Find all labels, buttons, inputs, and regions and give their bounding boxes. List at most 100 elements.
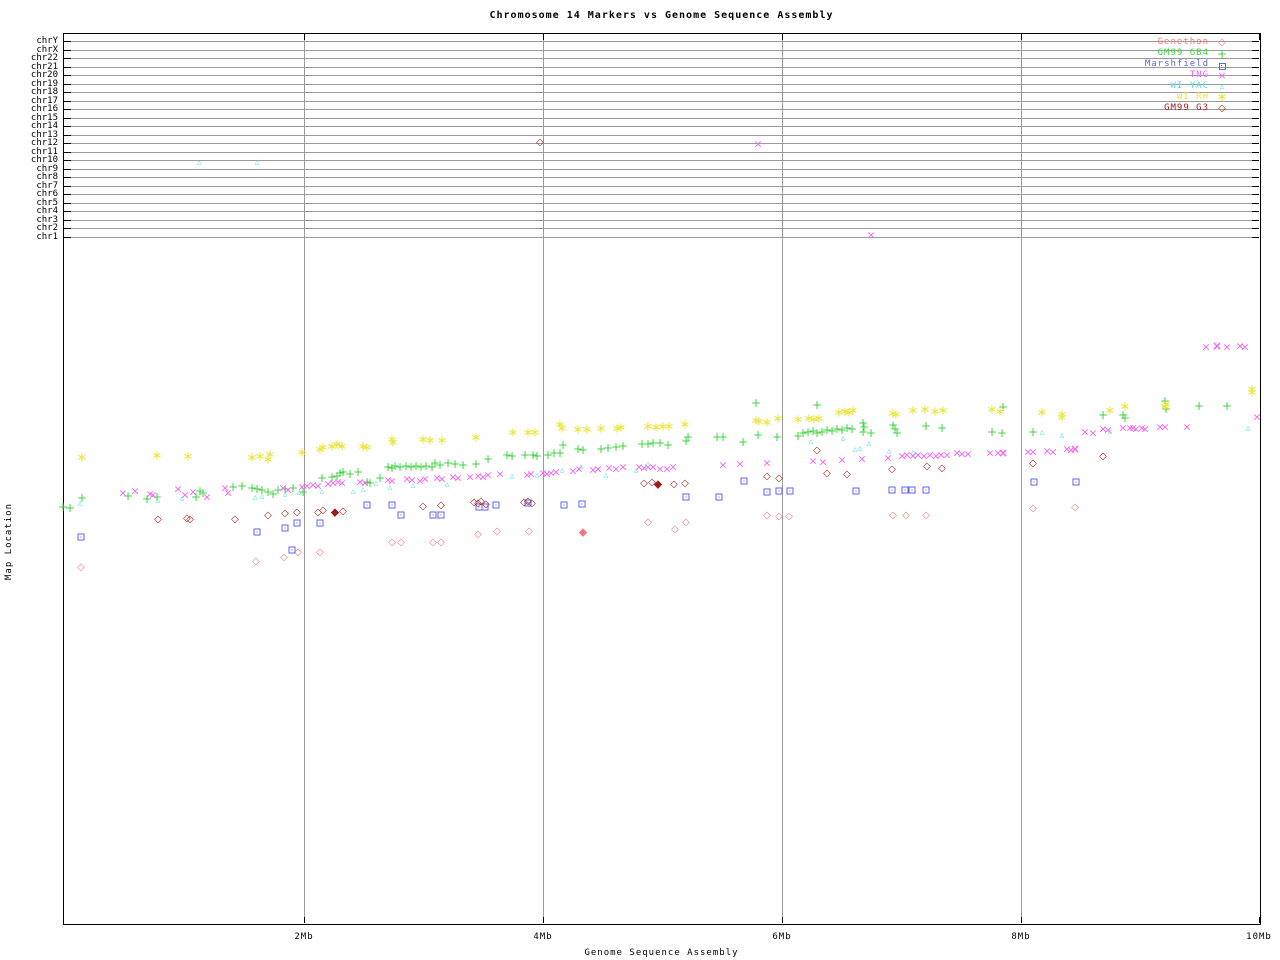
chromosome-line-chr14 — [64, 126, 1259, 127]
data-point-genethon: ◇ — [775, 511, 783, 522]
data-point-gm99-gb4: + — [531, 449, 543, 463]
data-point-genethon: ◇ — [525, 526, 533, 537]
data-point-genethon: ◇ — [902, 510, 910, 521]
x-tick-label-2Mb: 2Mb — [294, 932, 314, 942]
data-point-tng: × — [202, 490, 212, 504]
data-point-tng: × — [495, 467, 505, 481]
data-point-gm99-gb4: + — [986, 425, 998, 439]
data-point-genethon: ◇ — [682, 517, 690, 528]
data-point-gm99-g3: ◆ — [653, 477, 663, 491]
y-tick-right — [1252, 220, 1259, 221]
y-tick-left — [64, 84, 71, 85]
data-point-wi-rh: ∗ — [937, 403, 949, 419]
data-point-genethon: ◇ — [280, 552, 288, 563]
data-point-genethon: ◇ — [1029, 503, 1037, 514]
data-point-tng: × — [753, 137, 763, 151]
data-point-wi-rh: ∗ — [436, 433, 448, 449]
y-tick-right — [1252, 135, 1259, 136]
data-point-wi-rh: ∗ — [890, 407, 902, 423]
data-point-tng: × — [1088, 426, 1098, 440]
chart-title: Chromosome 14 Markers vs Genome Sequence… — [489, 10, 834, 21]
data-point-gm99-gb4: + — [64, 501, 76, 515]
data-point-marshfield — [578, 500, 586, 508]
y-tick-left — [64, 50, 71, 51]
y-tick-left — [64, 160, 71, 161]
data-point-wi-rh: ∗ — [1119, 399, 1131, 415]
data-point-wi-rh: ∗ — [679, 417, 691, 433]
chromosome-line-chr7 — [64, 186, 1259, 187]
data-point-genethon: ◇ — [1071, 502, 1079, 513]
data-point-tng: × — [118, 486, 128, 500]
legend-label: TNG — [1189, 70, 1209, 80]
data-point-gm99-g3: ◇ — [293, 507, 301, 518]
chromosome-line-chr3 — [64, 220, 1259, 221]
data-point-wi-yac: ▵ — [852, 444, 858, 455]
data-point-gm99-gb4: + — [717, 430, 729, 444]
data-point-marshfield — [715, 493, 723, 501]
data-point-gm99-g3: ◇ — [670, 479, 678, 490]
data-point-wi-yac: ▵ — [857, 443, 863, 454]
chromosome-line-chr4 — [64, 211, 1259, 212]
data-point-marshfield — [922, 486, 930, 494]
x-tick-2Mb — [304, 917, 305, 923]
data-point-gm99-g3: ◇ — [281, 508, 289, 519]
data-point-wi-rh: ∗ — [296, 445, 308, 461]
data-point-marshfield — [908, 486, 916, 494]
chromosome-line-chr1 — [64, 237, 1259, 238]
data-point-tng: × — [483, 468, 493, 482]
data-point-wi-yac: ▵ — [1039, 427, 1045, 438]
data-point-genethon: ◇ — [889, 510, 897, 521]
data-point-wi-yac: ▵ — [645, 459, 651, 470]
data-point-wi-rh: ∗ — [994, 404, 1006, 420]
data-point-wi-yac: ▵ — [77, 498, 83, 509]
x-tick-8Mb — [1021, 917, 1022, 923]
data-point-tng: × — [593, 462, 603, 476]
data-point-wi-yac: ▵ — [886, 446, 892, 457]
data-point-gm99-gb4: + — [236, 479, 248, 493]
legend-label: GM99 GB4 — [1157, 48, 1209, 58]
data-point-wi-yac: ▵ — [387, 482, 393, 493]
data-point-marshfield — [397, 511, 405, 519]
data-point-marshfield — [1072, 478, 1080, 486]
y-tick-left — [64, 186, 71, 187]
data-point-wi-rh: ∗ — [847, 403, 859, 419]
data-point-wi-rh: ∗ — [387, 435, 399, 451]
y-axis-label: Map Location — [4, 502, 14, 580]
y-tick-left — [64, 143, 71, 144]
data-point-wi-rh: ∗ — [1056, 410, 1068, 426]
data-point-wi-yac: ▵ — [252, 492, 258, 503]
y-tick-left — [64, 58, 71, 59]
data-point-wi-yac: ▵ — [196, 157, 202, 168]
data-point-wi-yac: ▵ — [866, 438, 872, 449]
y-tick-left — [64, 177, 71, 178]
x-tick-label-8Mb: 8Mb — [1011, 932, 1031, 942]
chromosome-label-chr1: chr1 — [36, 232, 58, 242]
data-point-genethon: ◇ — [763, 510, 771, 521]
data-point-marshfield — [560, 501, 568, 509]
data-point-tng: × — [942, 448, 952, 462]
data-point-marshfield — [388, 501, 396, 509]
data-point-tng: × — [808, 454, 818, 468]
data-point-wi-yac: ▵ — [360, 484, 366, 495]
data-point-tng: × — [453, 471, 463, 485]
data-point-gm99-g3: ◇ — [888, 464, 896, 475]
legend: Genethon ◇ GM99 GB4 + Marshfield TNG × WI YAC ▵ W… — [1050, 37, 1235, 114]
data-point-gm99-g3: ◇ — [437, 500, 445, 511]
data-point-wi-rh: ∗ — [336, 439, 348, 455]
x-tick-6Mb — [782, 917, 783, 923]
data-point-gm99-g3: ◇ — [775, 473, 783, 484]
y-tick-right — [1252, 126, 1259, 127]
data-point-tng: × — [1160, 420, 1170, 434]
x-axis-label: Genome Sequence Assembly — [584, 948, 739, 958]
data-point-tng: × — [130, 484, 140, 498]
data-point-marshfield — [786, 487, 794, 495]
x-tick-top-4Mb — [543, 34, 544, 40]
data-point-tng: × — [718, 458, 728, 472]
data-point-marshfield — [1030, 478, 1038, 486]
data-point-tng: × — [857, 452, 867, 466]
data-point-wi-rh: ∗ — [907, 403, 919, 419]
data-point-tng: × — [1069, 442, 1081, 456]
data-point-marshfield — [316, 519, 324, 527]
data-point-genethon: ◇ — [316, 547, 324, 558]
data-point-wi-rh: ∗ — [595, 421, 607, 437]
